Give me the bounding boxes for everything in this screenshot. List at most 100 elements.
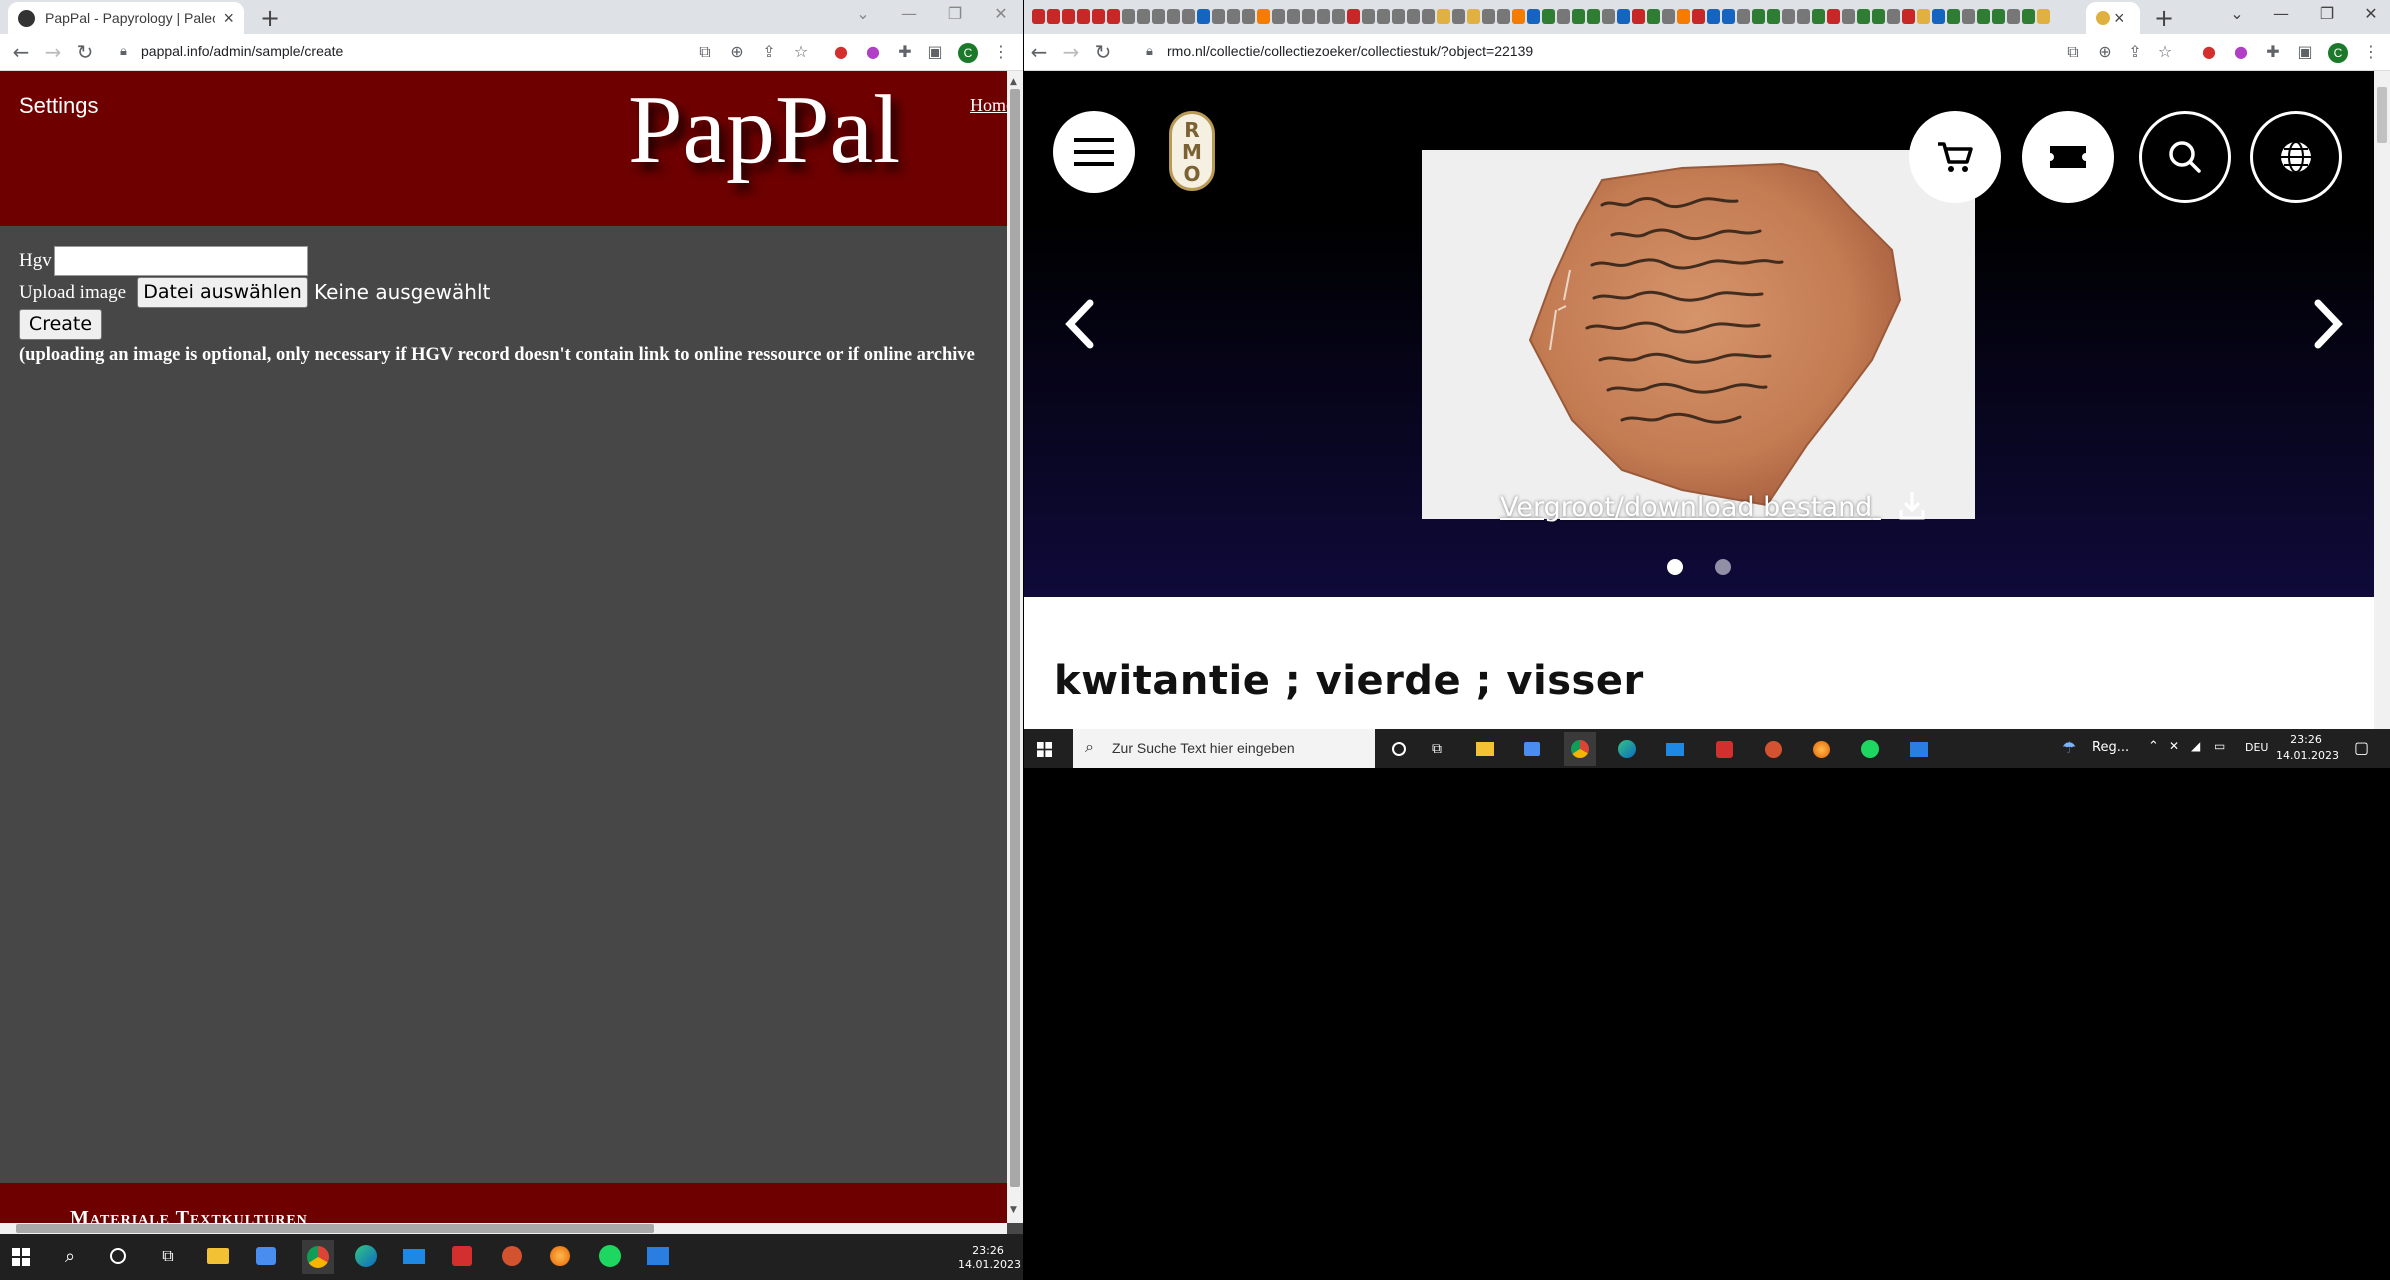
hgv-input[interactable] <box>54 246 308 276</box>
extension-icon[interactable]: ● <box>2198 42 2220 61</box>
menu-kebab-icon[interactable]: ⋮ <box>2360 42 2382 61</box>
pinned-tab-favicon[interactable] <box>1527 9 1540 24</box>
chrome-icon[interactable] <box>302 1240 334 1274</box>
restore-button[interactable]: ❐ <box>940 4 970 23</box>
pinned-tab-favicon[interactable] <box>1467 9 1480 24</box>
pinned-tab-favicon[interactable] <box>1872 9 1885 24</box>
mail-icon[interactable] <box>1664 738 1686 760</box>
carousel-dot-1[interactable] <box>1667 559 1683 575</box>
profile-avatar[interactable]: C <box>958 43 978 63</box>
task-view-icon[interactable]: ⧉ <box>156 1244 180 1268</box>
scrollbar-thumb[interactable] <box>1010 89 1020 1187</box>
extension-icon[interactable]: ● <box>830 42 852 61</box>
restore-button[interactable]: ❐ <box>2312 4 2342 23</box>
pinned-tab-favicon[interactable] <box>1287 9 1300 24</box>
pinned-tab-favicon[interactable] <box>1962 9 1975 24</box>
translate-icon[interactable]: ⧉ <box>2062 42 2084 62</box>
chevron-down-icon[interactable]: ⌄ <box>2222 4 2252 23</box>
pinned-tab-favicon[interactable] <box>1407 9 1420 24</box>
pinned-tab-favicon[interactable] <box>1992 9 2005 24</box>
carousel-next-icon[interactable] <box>2314 299 2344 353</box>
close-tab-icon[interactable]: × <box>223 8 234 29</box>
horizontal-scrollbar[interactable] <box>0 1223 1007 1234</box>
back-icon[interactable]: ← <box>8 40 34 64</box>
pinned-tab-favicon[interactable] <box>1557 9 1570 24</box>
create-button[interactable]: Create <box>19 309 102 340</box>
photos-icon[interactable] <box>1908 738 1930 760</box>
pinned-tab-favicon[interactable] <box>1752 9 1765 24</box>
reload-icon[interactable]: ↻ <box>72 40 98 64</box>
pinned-tab-favicon[interactable] <box>1677 9 1690 24</box>
wifi-icon[interactable]: ◢ <box>2191 739 2200 753</box>
pinned-tab-favicon[interactable] <box>1437 9 1450 24</box>
pinned-tab-favicon[interactable] <box>1452 9 1465 24</box>
pinned-tab-favicon[interactable] <box>1572 9 1585 24</box>
tray-chevron-up-icon[interactable]: ⌃ <box>2148 739 2159 754</box>
chevron-down-icon[interactable]: ⌄ <box>848 4 878 23</box>
store-icon[interactable] <box>254 1244 278 1268</box>
carousel-dot-2[interactable] <box>1715 559 1731 575</box>
powerpoint-icon[interactable] <box>1762 738 1784 760</box>
language-indicator[interactable]: DEU <box>2245 741 2268 754</box>
puzzle-icon[interactable]: ✚ <box>2262 42 2284 61</box>
pinned-tab-favicon[interactable] <box>1332 9 1345 24</box>
pinned-tab-favicon[interactable] <box>1092 9 1105 24</box>
system-clock[interactable]: 23:26 14.01.2023 <box>958 1244 1021 1272</box>
cortana-icon[interactable] <box>1388 738 1410 760</box>
taskbar-search-box[interactable]: ⌕ Zur Suche Text hier eingeben <box>1073 729 1375 768</box>
windows-start-icon[interactable] <box>1034 739 1054 759</box>
vertical-scrollbar[interactable]: ▲ ▼ <box>1007 71 1023 1223</box>
acrobat-icon[interactable] <box>450 1244 474 1268</box>
pinned-tab-favicon[interactable] <box>1482 9 1495 24</box>
pinned-tab-favicon[interactable] <box>1167 9 1180 24</box>
pinned-tab-favicon[interactable] <box>1692 9 1705 24</box>
pinned-tab-favicon[interactable] <box>1047 9 1060 24</box>
zoom-icon[interactable]: ⊕ <box>2094 42 2116 61</box>
pinned-tab-favicon[interactable] <box>1947 9 1960 24</box>
system-clock[interactable]: 23:26 14.01.2023 <box>2276 732 2339 764</box>
pappal-logo[interactable]: PapPal <box>628 74 900 186</box>
pinned-tab-favicon[interactable] <box>1422 9 1435 24</box>
translate-icon[interactable]: ⧉ <box>694 42 716 62</box>
windows-start-icon[interactable] <box>10 1246 32 1268</box>
close-tab-icon[interactable]: × <box>2114 8 2125 29</box>
extension-icon[interactable]: ● <box>862 42 884 61</box>
pinned-tab-favicon[interactable] <box>1647 9 1660 24</box>
firefox-icon[interactable] <box>1810 738 1832 760</box>
weather-text[interactable]: Reg... <box>2092 740 2129 755</box>
pinned-tab-favicon[interactable] <box>2037 9 2050 24</box>
download-link[interactable]: Vergroot/download bestand <box>1500 490 1925 527</box>
task-view-icon[interactable]: ⧉ <box>1426 738 1448 760</box>
pinned-tab-favicon[interactable] <box>1632 9 1645 24</box>
pinned-tab-favicon[interactable] <box>1707 9 1720 24</box>
pinned-tab-favicon[interactable] <box>2007 9 2020 24</box>
share-icon[interactable]: ⇪ <box>2124 42 2146 61</box>
pinned-tab-favicon[interactable] <box>1782 9 1795 24</box>
pinned-tab-favicon[interactable] <box>1917 9 1930 24</box>
close-window-button[interactable]: ✕ <box>2356 4 2386 23</box>
ostracon-image[interactable] <box>1422 150 1975 519</box>
pinned-tab-favicon[interactable] <box>1812 9 1825 24</box>
hamburger-menu-icon[interactable] <box>1053 111 1135 193</box>
bookmark-star-icon[interactable]: ☆ <box>790 42 812 61</box>
pinned-tab-favicon[interactable] <box>1797 9 1810 24</box>
edge-icon[interactable] <box>1616 738 1638 760</box>
pinned-tab-favicon[interactable] <box>1197 9 1210 24</box>
pinned-tab-favicon[interactable] <box>1857 9 1870 24</box>
pinned-tab-favicon[interactable] <box>1122 9 1135 24</box>
pinned-tab-favicon[interactable] <box>1512 9 1525 24</box>
forward-icon[interactable]: → <box>1058 40 1084 64</box>
pinned-tab-favicon[interactable] <box>1152 9 1165 24</box>
notification-icon[interactable]: ▢ <box>2354 738 2369 757</box>
powerpoint-icon[interactable] <box>500 1244 524 1268</box>
globe-icon[interactable] <box>2250 111 2342 203</box>
pinned-tab-favicon[interactable] <box>1392 9 1405 24</box>
pinned-tab-favicon[interactable] <box>1662 9 1675 24</box>
scrollbar-thumb[interactable] <box>16 1224 654 1233</box>
pinned-tab-favicon[interactable] <box>1842 9 1855 24</box>
tab-pappal[interactable]: PapPal - Papyrology | Paleograph × <box>8 2 244 34</box>
spotify-icon[interactable] <box>598 1244 622 1268</box>
pinned-tab-favicon[interactable] <box>1377 9 1390 24</box>
pinned-tab-favicon[interactable] <box>1602 9 1615 24</box>
file-explorer-icon[interactable] <box>206 1244 230 1268</box>
